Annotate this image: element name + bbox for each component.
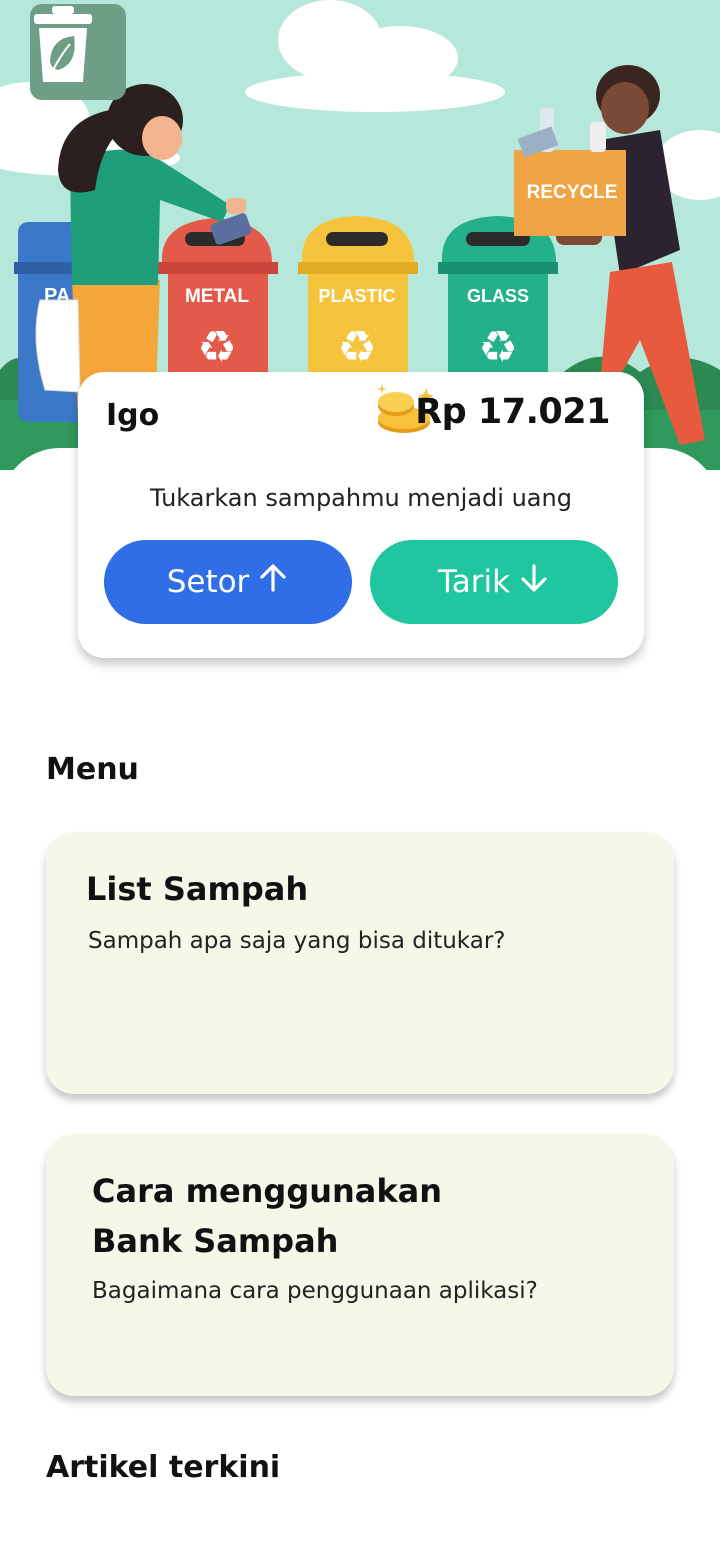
svg-text:PLASTIC: PLASTIC: [318, 286, 395, 306]
svg-text:RECYCLE: RECYCLE: [527, 182, 618, 203]
glass-bin: GLASS ♻: [438, 216, 558, 382]
balance-card: Igo Rp 17.021 Tukarkan sampahmu menjadi …: [78, 372, 644, 658]
svg-text:GLASS: GLASS: [467, 286, 529, 306]
recycle-icon: ♻: [478, 322, 517, 373]
recycle-icon: ♻: [337, 322, 376, 373]
menu-card-description: Sampah apa saja yang bisa ditukar?: [88, 928, 506, 954]
menu-card-description: Bagaimana cara penggunaan aplikasi?: [92, 1278, 538, 1304]
arrow-down-icon: [518, 562, 550, 602]
recycle-icon: ♻: [197, 322, 236, 373]
menu-card-title-line1: Cara menggunakan: [92, 1172, 443, 1210]
arrow-up-icon: [257, 562, 289, 602]
menu-card-list-sampah[interactable]: List Sampah Sampah apa saja yang bisa di…: [46, 832, 674, 1094]
withdraw-button[interactable]: Tarik: [370, 540, 618, 624]
plastic-bin: PLASTIC ♻: [298, 216, 418, 382]
articles-heading: Artikel terkini: [46, 1450, 281, 1485]
tagline: Tukarkan sampahmu menjadi uang: [150, 484, 572, 512]
user-name: Igo: [106, 398, 160, 433]
menu-card-title: List Sampah: [86, 870, 309, 908]
menu-card-title-line2: Bank Sampah: [92, 1222, 339, 1260]
withdraw-label: Tarik: [437, 564, 511, 600]
menu-card-cara-menggunakan[interactable]: Cara menggunakan Bank Sampah Bagaimana c…: [46, 1134, 674, 1396]
balance-amount: Rp 17.021: [415, 392, 610, 432]
trash-leaf-logo-icon[interactable]: [30, 4, 126, 100]
deposit-label: Setor: [166, 564, 250, 600]
menu-heading: Menu: [46, 752, 139, 787]
deposit-button[interactable]: Setor: [104, 540, 352, 624]
svg-text:METAL: METAL: [185, 286, 249, 307]
